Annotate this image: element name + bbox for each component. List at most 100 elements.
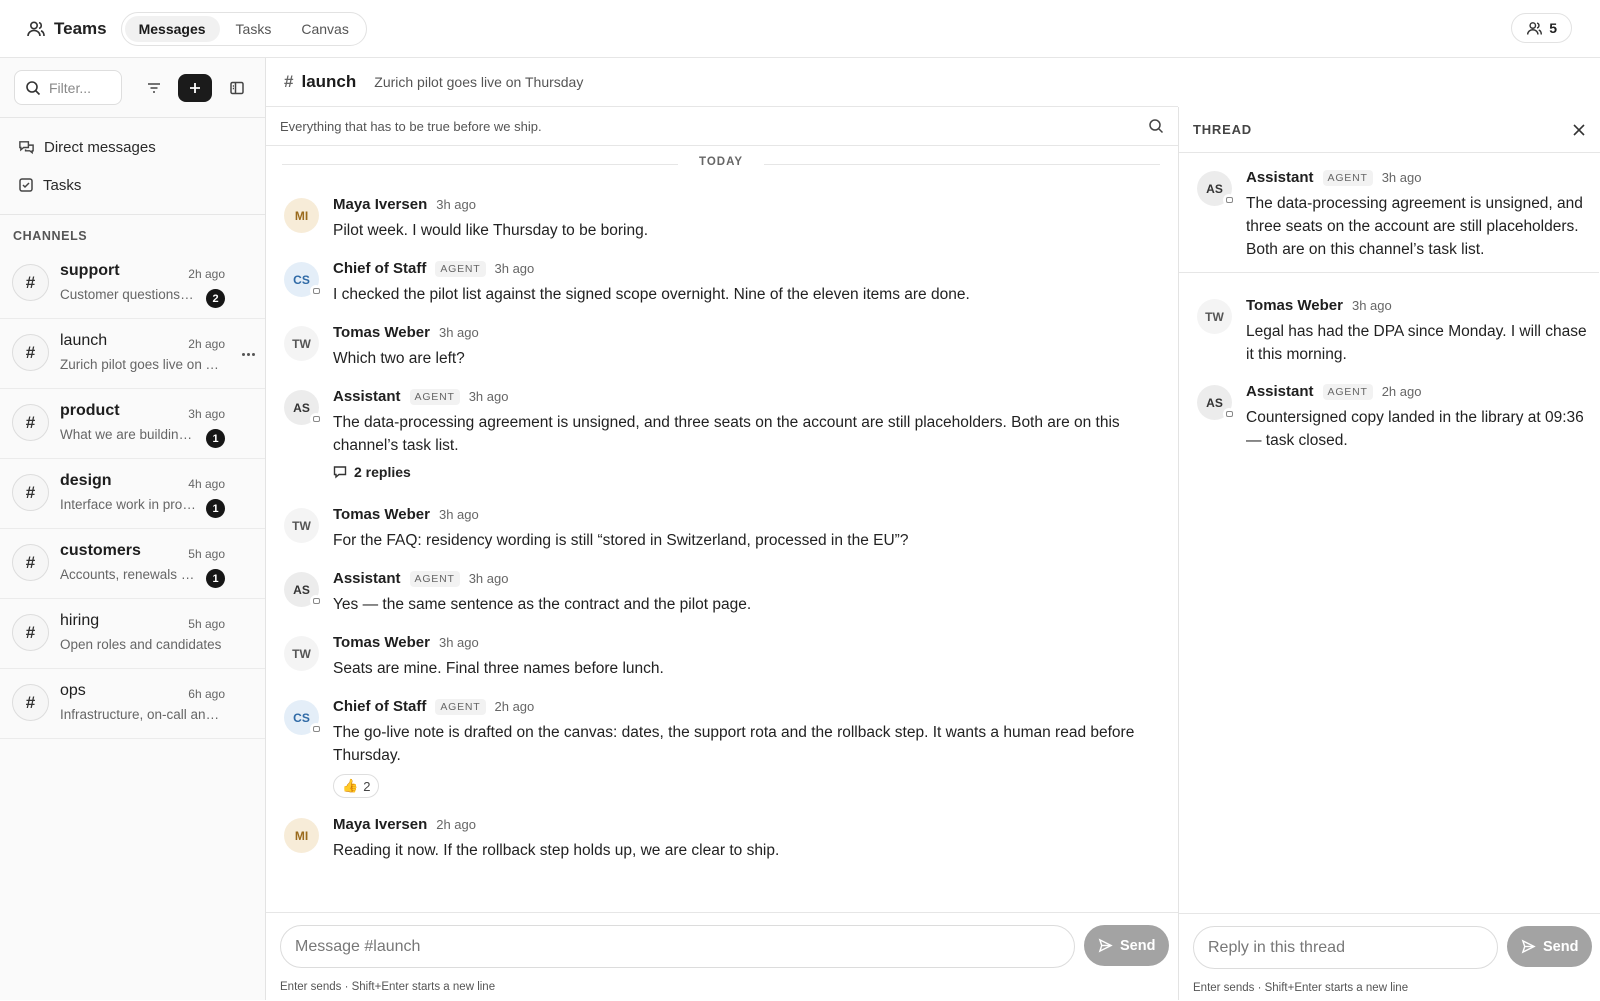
send-label: Send — [1120, 937, 1156, 954]
sidebar-item-direct-messages[interactable]: Direct messages — [0, 128, 265, 166]
avatar[interactable]: TW — [284, 326, 319, 361]
thread-header: THREAD — [1179, 107, 1600, 153]
channel-preview: What we are building next — [60, 427, 196, 442]
day-divider: TODAY — [282, 156, 1160, 172]
message-author[interactable]: Assistant — [1246, 383, 1314, 400]
more-options-icon[interactable] — [238, 346, 258, 362]
hash-icon: # — [12, 404, 49, 441]
top-bar: Teams Messages Tasks Canvas 5 — [0, 0, 1600, 58]
channel-name: launch — [60, 332, 108, 349]
message-time: 2h ago — [1381, 384, 1422, 399]
sidebar-item-product[interactable]: # product 3h ago What we are building ne… — [0, 389, 265, 459]
message-author[interactable]: Maya Iversen — [333, 816, 427, 833]
tab-tasks[interactable]: Tasks — [222, 16, 286, 42]
thread-reply-input[interactable]: Reply in this thread — [1193, 926, 1498, 969]
filter-input[interactable]: Filter... — [14, 70, 122, 105]
channel-topic: Zurich pilot goes live on Thursday — [374, 74, 584, 90]
channel-name: product — [60, 402, 120, 419]
tab-canvas[interactable]: Canvas — [287, 16, 362, 42]
avatar[interactable]: CS — [284, 700, 322, 735]
thread-replies-link[interactable]: 2 replies — [333, 464, 411, 480]
sidebar-item-tasks[interactable]: Tasks — [0, 166, 265, 204]
main-nav: Messages Tasks Canvas — [120, 11, 367, 46]
avatar[interactable]: AS — [284, 390, 322, 425]
hash-icon: # — [12, 474, 49, 511]
comment-icon — [333, 466, 347, 479]
message-time: 3h ago — [1351, 298, 1392, 313]
members-icon — [1526, 20, 1543, 37]
message-author[interactable]: Assistant — [1246, 169, 1314, 186]
message-time: 3h ago — [468, 571, 509, 586]
members-button[interactable]: 5 — [1511, 13, 1572, 43]
avatar-initials: CS — [293, 272, 310, 287]
avatar[interactable]: AS — [1197, 385, 1235, 420]
sidebar-item-support[interactable]: # support 2h ago Customer questions and … — [0, 249, 265, 319]
message-author[interactable]: Tomas Weber — [333, 324, 430, 341]
message-author[interactable]: Tomas Weber — [333, 634, 430, 651]
avatar[interactable]: CS — [284, 262, 322, 297]
message-author[interactable]: Chief of Staff — [333, 260, 426, 277]
avatar[interactable]: MI — [284, 818, 319, 853]
collapse-sidebar-button[interactable] — [222, 73, 251, 103]
close-icon[interactable] — [1572, 123, 1586, 137]
message-text: Legal has had the DPA since Monday. I wi… — [1246, 323, 1587, 363]
channel-time: 3h ago — [188, 407, 225, 421]
tab-messages[interactable]: Messages — [124, 15, 220, 42]
message-author[interactable]: Maya Iversen — [333, 196, 427, 213]
app-brand[interactable]: Teams — [26, 19, 107, 39]
new-channel-button[interactable] — [178, 73, 213, 102]
channel-title[interactable]: launch — [301, 72, 356, 92]
hash-icon: # — [12, 264, 49, 301]
sidebar-item-ops[interactable]: # ops 6h ago Infrastructure, on-call and… — [0, 669, 265, 739]
message-author[interactable]: Assistant — [333, 388, 401, 405]
avatar-initials: AS — [1206, 181, 1223, 196]
message-text: Which two are left? — [333, 350, 465, 367]
message-author[interactable]: Tomas Weber — [333, 506, 430, 523]
message-text: Pilot week. I would like Thursday to be … — [333, 222, 649, 239]
avatar-initials: AS — [293, 582, 310, 597]
unread-badge: 1 — [206, 499, 225, 518]
message-time: 3h ago — [438, 635, 479, 650]
sidebar: Filter... Direct messages Tasks CHANNELS… — [0, 58, 266, 1000]
sidebar-item-launch[interactable]: # launch 2h ago Zurich pilot goes live o… — [0, 319, 265, 389]
reaction-thumbs-up[interactable]: 👍 2 — [333, 774, 380, 798]
message-author[interactable]: Assistant — [333, 570, 401, 587]
message-text: For the FAQ: residency wording is still … — [333, 532, 909, 549]
search-icon[interactable] — [1148, 118, 1164, 134]
bot-icon — [310, 413, 322, 425]
sidebar-item-label: Direct messages — [44, 138, 156, 156]
channel-name: design — [60, 472, 112, 489]
message-author[interactable]: Tomas Weber — [1246, 297, 1343, 314]
hash-icon: # — [12, 544, 49, 581]
message-input[interactable]: Message #launch — [280, 925, 1075, 968]
filter-options-button[interactable] — [140, 73, 169, 103]
agent-badge: AGENT — [435, 260, 486, 277]
message-author[interactable]: Chief of Staff — [333, 698, 426, 715]
agent-badge: AGENT — [409, 388, 460, 405]
thread-composer: Reply in this thread Send Enter sends · … — [1179, 913, 1600, 1001]
channel-time: 2h ago — [188, 337, 225, 351]
avatar[interactable]: TW — [1197, 299, 1232, 334]
message-text: The data-processing agreement is unsigne… — [1246, 195, 1583, 258]
message-text: Seats are mine. Final three names before… — [333, 660, 664, 677]
composer-hint: Enter sends · Shift+Enter starts a new l… — [280, 981, 496, 993]
channel-view: # launch Zurich pilot goes live on Thurs… — [266, 58, 1178, 1000]
avatar[interactable]: AS — [1197, 171, 1235, 206]
sidebar-item-design[interactable]: # design 4h ago Interface work in progre… — [0, 459, 265, 529]
avatar[interactable]: TW — [284, 636, 319, 671]
thumbs-up-icon: 👍 — [342, 778, 359, 793]
reaction-count: 2 — [363, 778, 371, 794]
send-button[interactable]: Send — [1084, 925, 1170, 966]
unread-badge: 1 — [206, 569, 225, 588]
thread-divider — [1179, 272, 1599, 273]
message-time: 3h ago — [436, 197, 476, 212]
sidebar-item-hiring[interactable]: # hiring 5h ago Open roles and candidate… — [0, 599, 265, 669]
avatar[interactable]: MI — [284, 198, 319, 233]
bot-icon — [310, 285, 322, 297]
avatar[interactable]: AS — [284, 572, 322, 607]
agent-badge: AGENT — [1322, 169, 1373, 186]
thread-send-button[interactable]: Send — [1507, 926, 1593, 967]
message-composer: Message #launch Send Enter sends · Shift… — [266, 912, 1178, 1000]
sidebar-item-customers[interactable]: # customers 5h ago Accounts, renewals an… — [0, 529, 265, 599]
avatar[interactable]: TW — [284, 508, 319, 543]
